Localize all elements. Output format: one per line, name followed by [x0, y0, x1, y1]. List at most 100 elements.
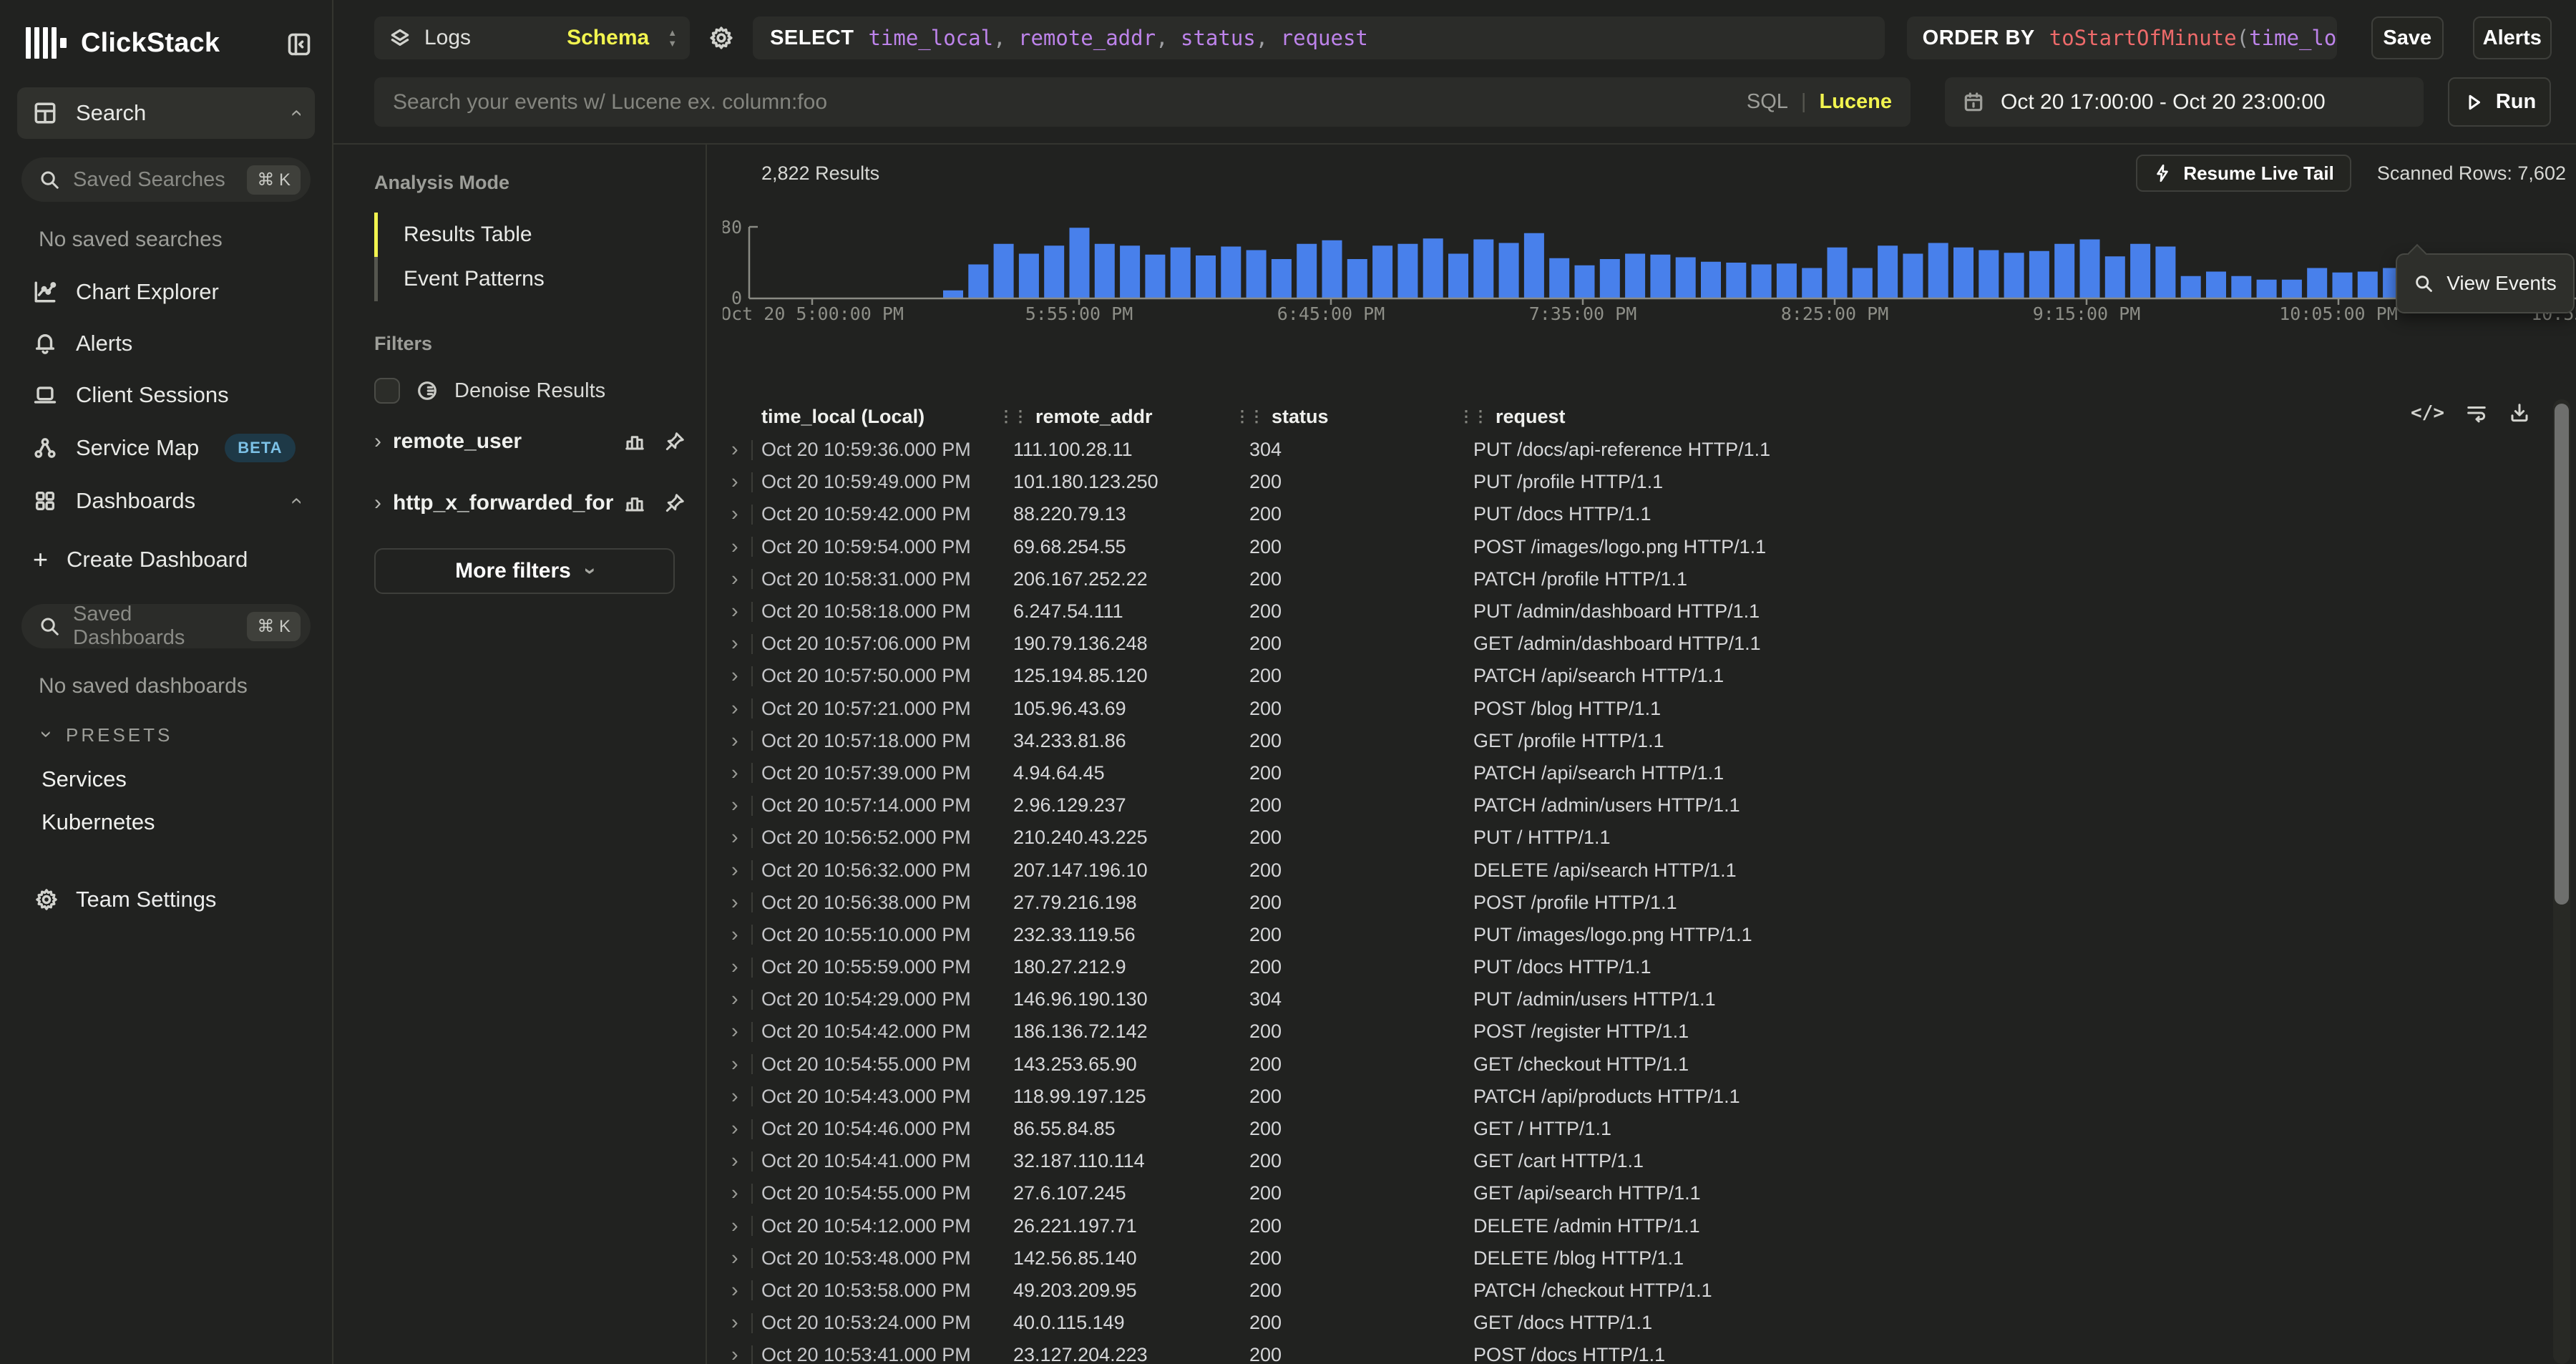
table-row[interactable]: ›Oct 20 10:54:29.000 PM146.96.190.130304…	[707, 983, 2576, 1015]
team-settings-button[interactable]: Team Settings	[17, 844, 315, 912]
table-row[interactable]: ›Oct 20 10:53:24.000 PM40.0.115.149200GE…	[707, 1307, 2576, 1339]
table-row[interactable]: ›Oct 20 10:56:32.000 PM207.147.196.10200…	[707, 854, 2576, 886]
mode-event-patterns[interactable]: Event Patterns	[374, 257, 688, 301]
table-row[interactable]: ›Oct 20 10:54:55.000 PM27.6.107.245200GE…	[707, 1177, 2576, 1209]
table-row[interactable]: ›Oct 20 10:53:48.000 PM142.56.85.140200D…	[707, 1242, 2576, 1275]
source-selector[interactable]: Logs Schema ▲▼	[374, 16, 690, 59]
table-row[interactable]: ›Oct 20 10:59:36.000 PM111.100.28.11304P…	[707, 434, 2576, 466]
sql-option[interactable]: SQL	[1747, 90, 1788, 114]
denoise-checkbox[interactable]	[374, 378, 400, 404]
resume-live-tail-button[interactable]: Resume Live Tail	[2136, 155, 2351, 192]
row-expand-icon[interactable]: ›	[731, 1279, 738, 1302]
alerts-button[interactable]: Alerts	[2473, 16, 2552, 59]
row-expand-icon[interactable]: ›	[731, 1053, 738, 1076]
wrap-text-icon[interactable]	[2466, 402, 2487, 424]
row-expand-icon[interactable]: ›	[731, 1117, 738, 1141]
table-row[interactable]: ›Oct 20 10:55:10.000 PM232.33.119.56200P…	[707, 919, 2576, 951]
column-header-request[interactable]: ⋮⋮request	[1458, 406, 2576, 428]
row-expand-icon[interactable]: ›	[731, 600, 738, 623]
table-row[interactable]: ›Oct 20 10:57:50.000 PM125.194.85.120200…	[707, 660, 2576, 692]
row-expand-icon[interactable]: ›	[731, 632, 738, 656]
table-row[interactable]: ›Oct 20 10:55:59.000 PM180.27.212.9200PU…	[707, 951, 2576, 983]
table-row[interactable]: ›Oct 20 10:59:42.000 PM88.220.79.13200PU…	[707, 498, 2576, 530]
row-expand-icon[interactable]: ›	[731, 1020, 738, 1043]
row-expand-icon[interactable]: ›	[731, 923, 738, 947]
source-settings-button[interactable]	[708, 25, 734, 51]
column-header-remote-addr[interactable]: ⋮⋮remote_addr	[998, 406, 1234, 428]
chevron-up-icon[interactable]: ›	[285, 497, 306, 505]
table-row[interactable]: ›Oct 20 10:53:41.000 PM23.127.204.223200…	[707, 1339, 2576, 1364]
sidebar-item-service-map[interactable]: Service Map BETA	[17, 421, 315, 475]
column-header-status[interactable]: ⋮⋮status	[1234, 406, 1458, 428]
saved-searches-input[interactable]: Saved Searches ⌘ K	[21, 157, 311, 202]
table-row[interactable]: ›Oct 20 10:54:41.000 PM32.187.110.114200…	[707, 1145, 2576, 1177]
preset-item-services[interactable]: Services	[17, 758, 315, 801]
order-by-input[interactable]: ORDER BY toStartOfMinute(time_local) DES…	[1907, 16, 2337, 59]
table-row[interactable]: ›Oct 20 10:58:31.000 PM206.167.252.22200…	[707, 563, 2576, 595]
download-icon[interactable]	[2509, 402, 2530, 424]
row-expand-icon[interactable]: ›	[731, 826, 738, 849]
filter-group-http-x-forwarded-for[interactable]: › http_x_forwarded_for	[374, 472, 688, 534]
column-header-time-local[interactable]: time_local (Local)	[761, 406, 998, 428]
table-row[interactable]: ›Oct 20 10:53:58.000 PM49.203.209.95200P…	[707, 1275, 2576, 1307]
row-expand-icon[interactable]: ›	[731, 729, 738, 753]
row-expand-icon[interactable]: ›	[731, 1085, 738, 1109]
row-expand-icon[interactable]: ›	[731, 859, 738, 882]
event-search-input[interactable]: Search your events w/ Lucene ex. column:…	[374, 77, 1911, 127]
row-expand-icon[interactable]: ›	[731, 955, 738, 979]
chevron-right-icon[interactable]: ›	[374, 429, 381, 454]
vertical-scrollbar[interactable]	[2553, 399, 2570, 1364]
sidebar-item-alerts[interactable]: Alerts	[17, 318, 315, 369]
row-expand-icon[interactable]: ›	[731, 1247, 738, 1270]
more-filters-button[interactable]: More filters ›	[374, 548, 675, 594]
row-expand-icon[interactable]: ›	[731, 567, 738, 591]
lucene-option[interactable]: Lucene	[1819, 90, 1892, 114]
pin-icon[interactable]	[664, 431, 686, 452]
preset-item-kubernetes[interactable]: Kubernetes	[17, 801, 315, 844]
drag-handle-icon[interactable]: ⋮⋮	[1458, 407, 1487, 426]
table-row[interactable]: ›Oct 20 10:54:55.000 PM143.253.65.90200G…	[707, 1048, 2576, 1081]
row-expand-icon[interactable]: ›	[731, 1343, 738, 1364]
row-expand-icon[interactable]: ›	[731, 988, 738, 1011]
time-range-picker[interactable]: Oct 20 17:00:00 - Oct 20 23:00:00	[1945, 77, 2424, 127]
table-row[interactable]: ›Oct 20 10:54:42.000 PM186.136.72.142200…	[707, 1015, 2576, 1048]
select-clause-input[interactable]: SELECT time_local, remote_addr, status, …	[753, 16, 1885, 59]
sidebar-item-search[interactable]: Search ›	[17, 87, 315, 139]
table-row[interactable]: ›Oct 20 10:59:54.000 PM69.68.254.55200PO…	[707, 531, 2576, 563]
row-expand-icon[interactable]: ›	[731, 470, 738, 494]
table-row[interactable]: ›Oct 20 10:54:46.000 PM86.55.84.85200GET…	[707, 1113, 2576, 1145]
table-row[interactable]: ›Oct 20 10:56:38.000 PM27.79.216.198200P…	[707, 887, 2576, 919]
table-row[interactable]: ›Oct 20 10:56:52.000 PM210.240.43.225200…	[707, 822, 2576, 854]
table-row[interactable]: ›Oct 20 10:57:39.000 PM4.94.64.45200PATC…	[707, 757, 2576, 789]
scrollbar-thumb[interactable]	[2555, 404, 2569, 905]
sidebar-item-chart-explorer[interactable]: Chart Explorer	[17, 266, 315, 318]
table-row[interactable]: ›Oct 20 10:57:14.000 PM2.96.129.237200PA…	[707, 789, 2576, 822]
table-row[interactable]: ›Oct 20 10:57:18.000 PM34.233.81.86200GE…	[707, 725, 2576, 757]
row-expand-icon[interactable]: ›	[731, 1149, 738, 1173]
run-button[interactable]: Run	[2448, 77, 2551, 127]
view-events-tooltip[interactable]: View Events	[2396, 253, 2575, 313]
table-row[interactable]: ›Oct 20 10:54:12.000 PM26.221.197.71200D…	[707, 1210, 2576, 1242]
row-expand-icon[interactable]: ›	[731, 761, 738, 785]
query-language-toggle[interactable]: SQL | Lucene	[1747, 90, 1892, 114]
table-row[interactable]: ›Oct 20 10:59:49.000 PM101.180.123.25020…	[707, 466, 2576, 498]
results-histogram[interactable]: 800Oct 20 5:00:00 PM5:55:00 PM6:45:00 PM…	[723, 213, 2576, 338]
pin-icon[interactable]	[664, 492, 686, 514]
row-expand-icon[interactable]: ›	[731, 535, 738, 559]
row-expand-icon[interactable]: ›	[731, 1311, 738, 1335]
row-expand-icon[interactable]: ›	[731, 438, 738, 462]
row-expand-icon[interactable]: ›	[731, 891, 738, 915]
row-expand-icon[interactable]: ›	[731, 794, 738, 817]
column-chart-icon[interactable]	[624, 431, 645, 452]
drag-handle-icon[interactable]: ⋮⋮	[1234, 407, 1263, 426]
chevron-up-icon[interactable]: ›	[285, 109, 306, 117]
denoise-results-toggle[interactable]: Denoise Results	[374, 374, 688, 411]
chevron-right-icon[interactable]: ›	[374, 491, 381, 515]
mode-results-table[interactable]: Results Table	[374, 213, 688, 257]
table-row[interactable]: ›Oct 20 10:57:21.000 PM105.96.43.69200PO…	[707, 693, 2576, 725]
row-expand-icon[interactable]: ›	[731, 697, 738, 721]
save-button[interactable]: Save	[2371, 16, 2444, 59]
table-row[interactable]: ›Oct 20 10:54:43.000 PM118.99.197.125200…	[707, 1081, 2576, 1113]
code-view-icon[interactable]: </>	[2411, 402, 2444, 424]
sidebar-item-dashboards[interactable]: Dashboards ›	[17, 475, 315, 527]
